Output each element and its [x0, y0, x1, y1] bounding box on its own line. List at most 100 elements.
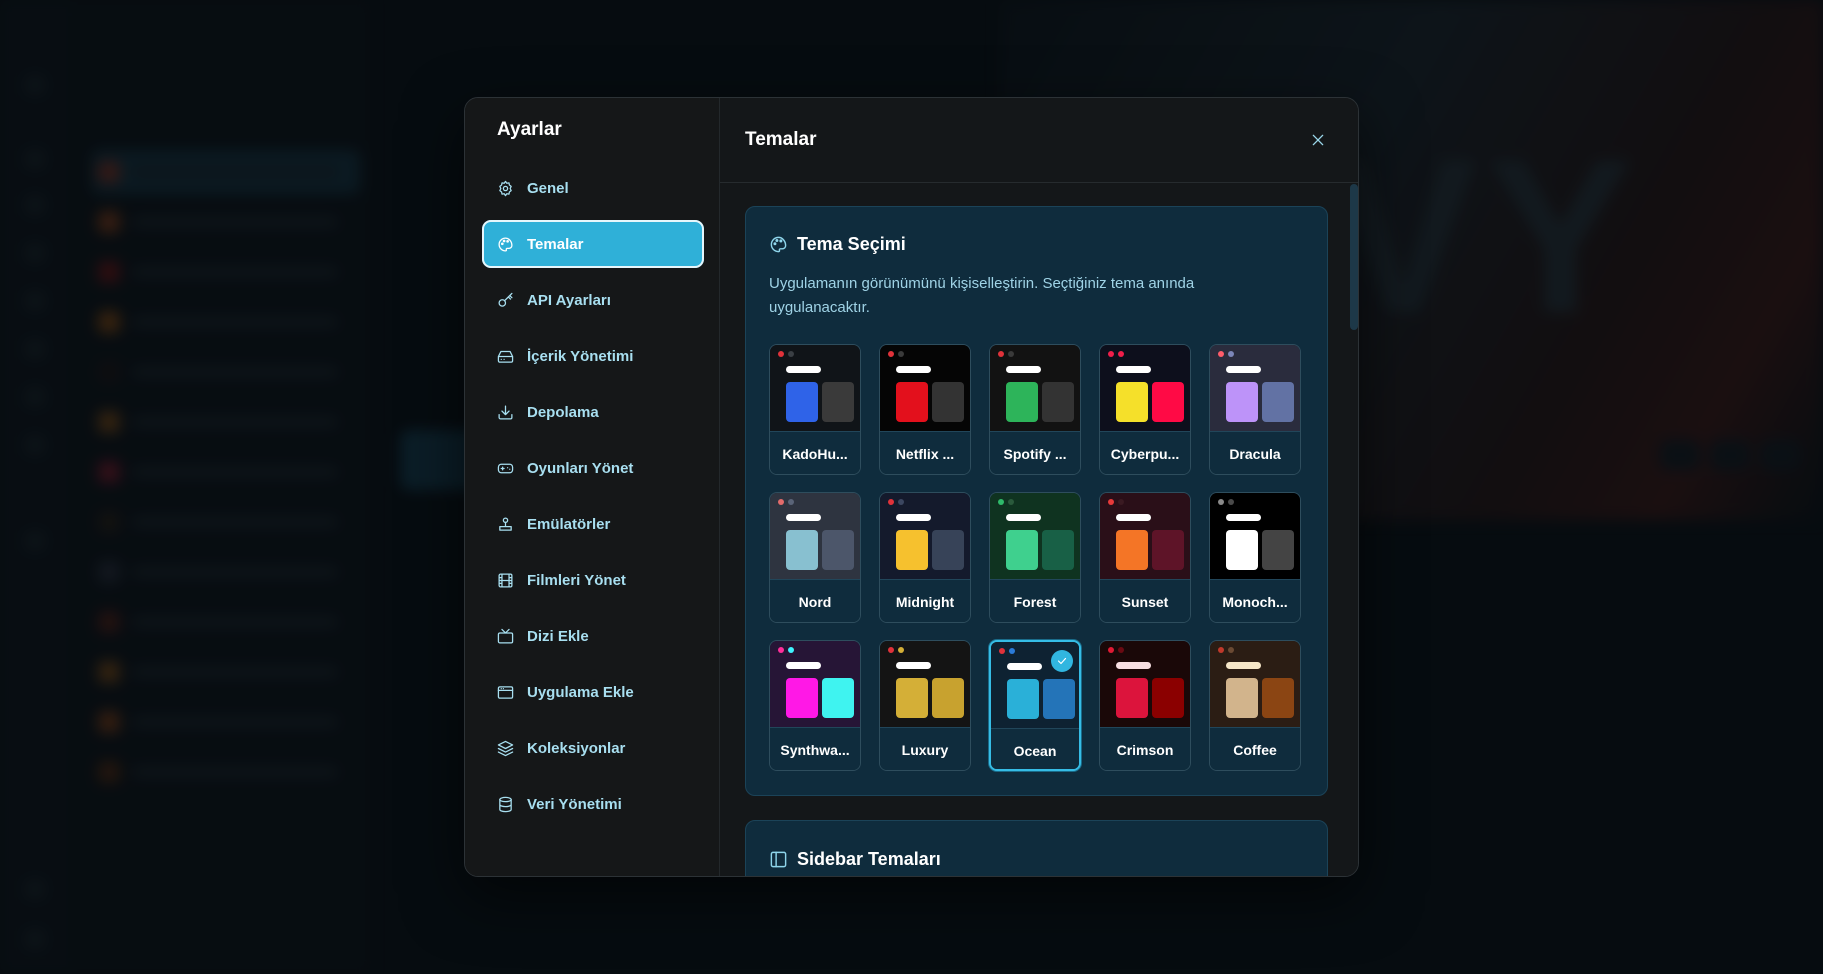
theme-preview — [880, 345, 970, 431]
window-dots — [888, 499, 904, 505]
secondary-swatch — [1262, 678, 1294, 718]
theme-option[interactable]: Crimson — [1099, 640, 1191, 771]
theme-option[interactable]: Ocean — [989, 640, 1081, 771]
selected-check-icon — [1051, 650, 1073, 672]
secondary-swatch — [822, 382, 854, 422]
primary-swatch — [896, 530, 928, 570]
nav-item-filmler[interactable]: Filmleri Yönet — [482, 556, 704, 604]
dot-2 — [1228, 647, 1234, 653]
primary-swatch — [1007, 679, 1039, 719]
preview-bar — [1116, 662, 1151, 669]
theme-option[interactable]: Coffee — [1209, 640, 1301, 771]
theme-option[interactable]: Dracula — [1209, 344, 1301, 475]
primary-swatch — [786, 382, 818, 422]
theme-label: Luxury — [880, 727, 970, 770]
dot-1 — [998, 499, 1004, 505]
dot-2 — [1118, 647, 1124, 653]
nav-item-label: Temalar — [527, 235, 584, 253]
theme-preview — [770, 345, 860, 431]
settings-content: Temalar Tema Seçimi Uygulamanın görünümü… — [720, 98, 1358, 876]
nav-item-label: Emülatörler — [527, 515, 611, 533]
theme-option[interactable]: Spotify ... — [989, 344, 1081, 475]
tv-icon — [497, 628, 514, 645]
preview-bar — [1007, 663, 1042, 670]
preview-bar — [786, 366, 821, 373]
secondary-swatch — [1152, 530, 1184, 570]
nav-item-label: Filmleri Yönet — [527, 571, 626, 589]
scrollbar-thumb[interactable] — [1350, 184, 1358, 330]
theme-option[interactable]: KadoHu... — [769, 344, 861, 475]
theme-option[interactable]: Nord — [769, 492, 861, 623]
nav-item-depolama[interactable]: Depolama — [482, 388, 704, 436]
primary-swatch — [1226, 678, 1258, 718]
settings-title: Ayarlar — [497, 119, 562, 140]
content-scroll-area[interactable]: Tema Seçimi Uygulamanın görünümünü kişis… — [720, 184, 1358, 876]
palette-icon — [770, 236, 787, 253]
preview-bar — [896, 514, 931, 521]
nav-item-dizi[interactable]: Dizi Ekle — [482, 612, 704, 660]
film-icon — [497, 572, 514, 589]
nav-item-label: API Ayarları — [527, 291, 611, 309]
nav-item-koleksiyonlar[interactable]: Koleksiyonlar — [482, 724, 704, 772]
dot-2 — [788, 351, 794, 357]
key-icon — [497, 292, 514, 309]
dot-1 — [778, 351, 784, 357]
window-dots — [998, 499, 1014, 505]
dot-1 — [778, 499, 784, 505]
nav-item-label: İçerik Yönetimi — [527, 347, 634, 365]
primary-swatch — [1226, 530, 1258, 570]
dot-1 — [1108, 647, 1114, 653]
theme-option[interactable]: Forest — [989, 492, 1081, 623]
theme-label: Netflix ... — [880, 431, 970, 474]
primary-swatch — [1116, 382, 1148, 422]
gear-icon — [497, 180, 514, 197]
theme-option[interactable]: Luxury — [879, 640, 971, 771]
theme-label: Nord — [770, 579, 860, 622]
theme-option[interactable]: Synthwa... — [769, 640, 861, 771]
secondary-swatch — [932, 678, 964, 718]
nav-item-icerik[interactable]: İçerik Yönetimi — [482, 332, 704, 380]
secondary-swatch — [1152, 678, 1184, 718]
theme-option[interactable]: Cyberpu... — [1099, 344, 1191, 475]
nav-item-veri[interactable]: Veri Yönetimi — [482, 780, 704, 828]
theme-label: Monoch... — [1210, 579, 1300, 622]
dot-2 — [898, 499, 904, 505]
nav-item-emulatorler[interactable]: Emülatörler — [482, 500, 704, 548]
nav-item-temalar[interactable]: Temalar — [482, 220, 704, 268]
theme-preview — [880, 493, 970, 579]
nav-item-label: Oyunları Yönet — [527, 459, 634, 477]
close-icon — [1312, 134, 1324, 146]
dot-1 — [888, 647, 894, 653]
nav-item-label: Veri Yönetimi — [527, 795, 622, 813]
window-dots — [999, 648, 1015, 654]
dot-1 — [778, 647, 784, 653]
preview-bar — [1226, 662, 1261, 669]
nav-item-genel[interactable]: Genel — [482, 164, 704, 212]
theme-option[interactable]: Sunset — [1099, 492, 1191, 623]
close-button[interactable] — [1303, 125, 1333, 155]
content-header: Temalar — [720, 98, 1358, 183]
sidebar-panel-icon — [770, 851, 787, 868]
window-dots — [778, 499, 794, 505]
theme-option[interactable]: Monoch... — [1209, 492, 1301, 623]
secondary-swatch — [822, 678, 854, 718]
sidebar-themes-header: Sidebar Temaları — [769, 849, 1304, 870]
nav-item-uygulama[interactable]: Uygulama Ekle — [482, 668, 704, 716]
theme-preview — [1100, 641, 1190, 727]
window-dots — [888, 647, 904, 653]
nav-item-label: Dizi Ekle — [527, 627, 589, 645]
nav-item-api[interactable]: API Ayarları — [482, 276, 704, 324]
app-window-icon — [497, 684, 514, 701]
dot-2 — [1008, 499, 1014, 505]
theme-selection-description: Uygulamanın görünümünü kişiselleştirin. … — [769, 275, 1195, 316]
theme-preview — [880, 641, 970, 727]
window-dots — [1108, 499, 1124, 505]
dot-2 — [1228, 499, 1234, 505]
theme-label: KadoHu... — [770, 431, 860, 474]
theme-option[interactable]: Netflix ... — [879, 344, 971, 475]
theme-option[interactable]: Midnight — [879, 492, 971, 623]
dot-2 — [898, 351, 904, 357]
drive-icon — [497, 348, 514, 365]
theme-selection-header: Tema Seçimi — [769, 234, 1304, 255]
nav-item-oyunlar[interactable]: Oyunları Yönet — [482, 444, 704, 492]
